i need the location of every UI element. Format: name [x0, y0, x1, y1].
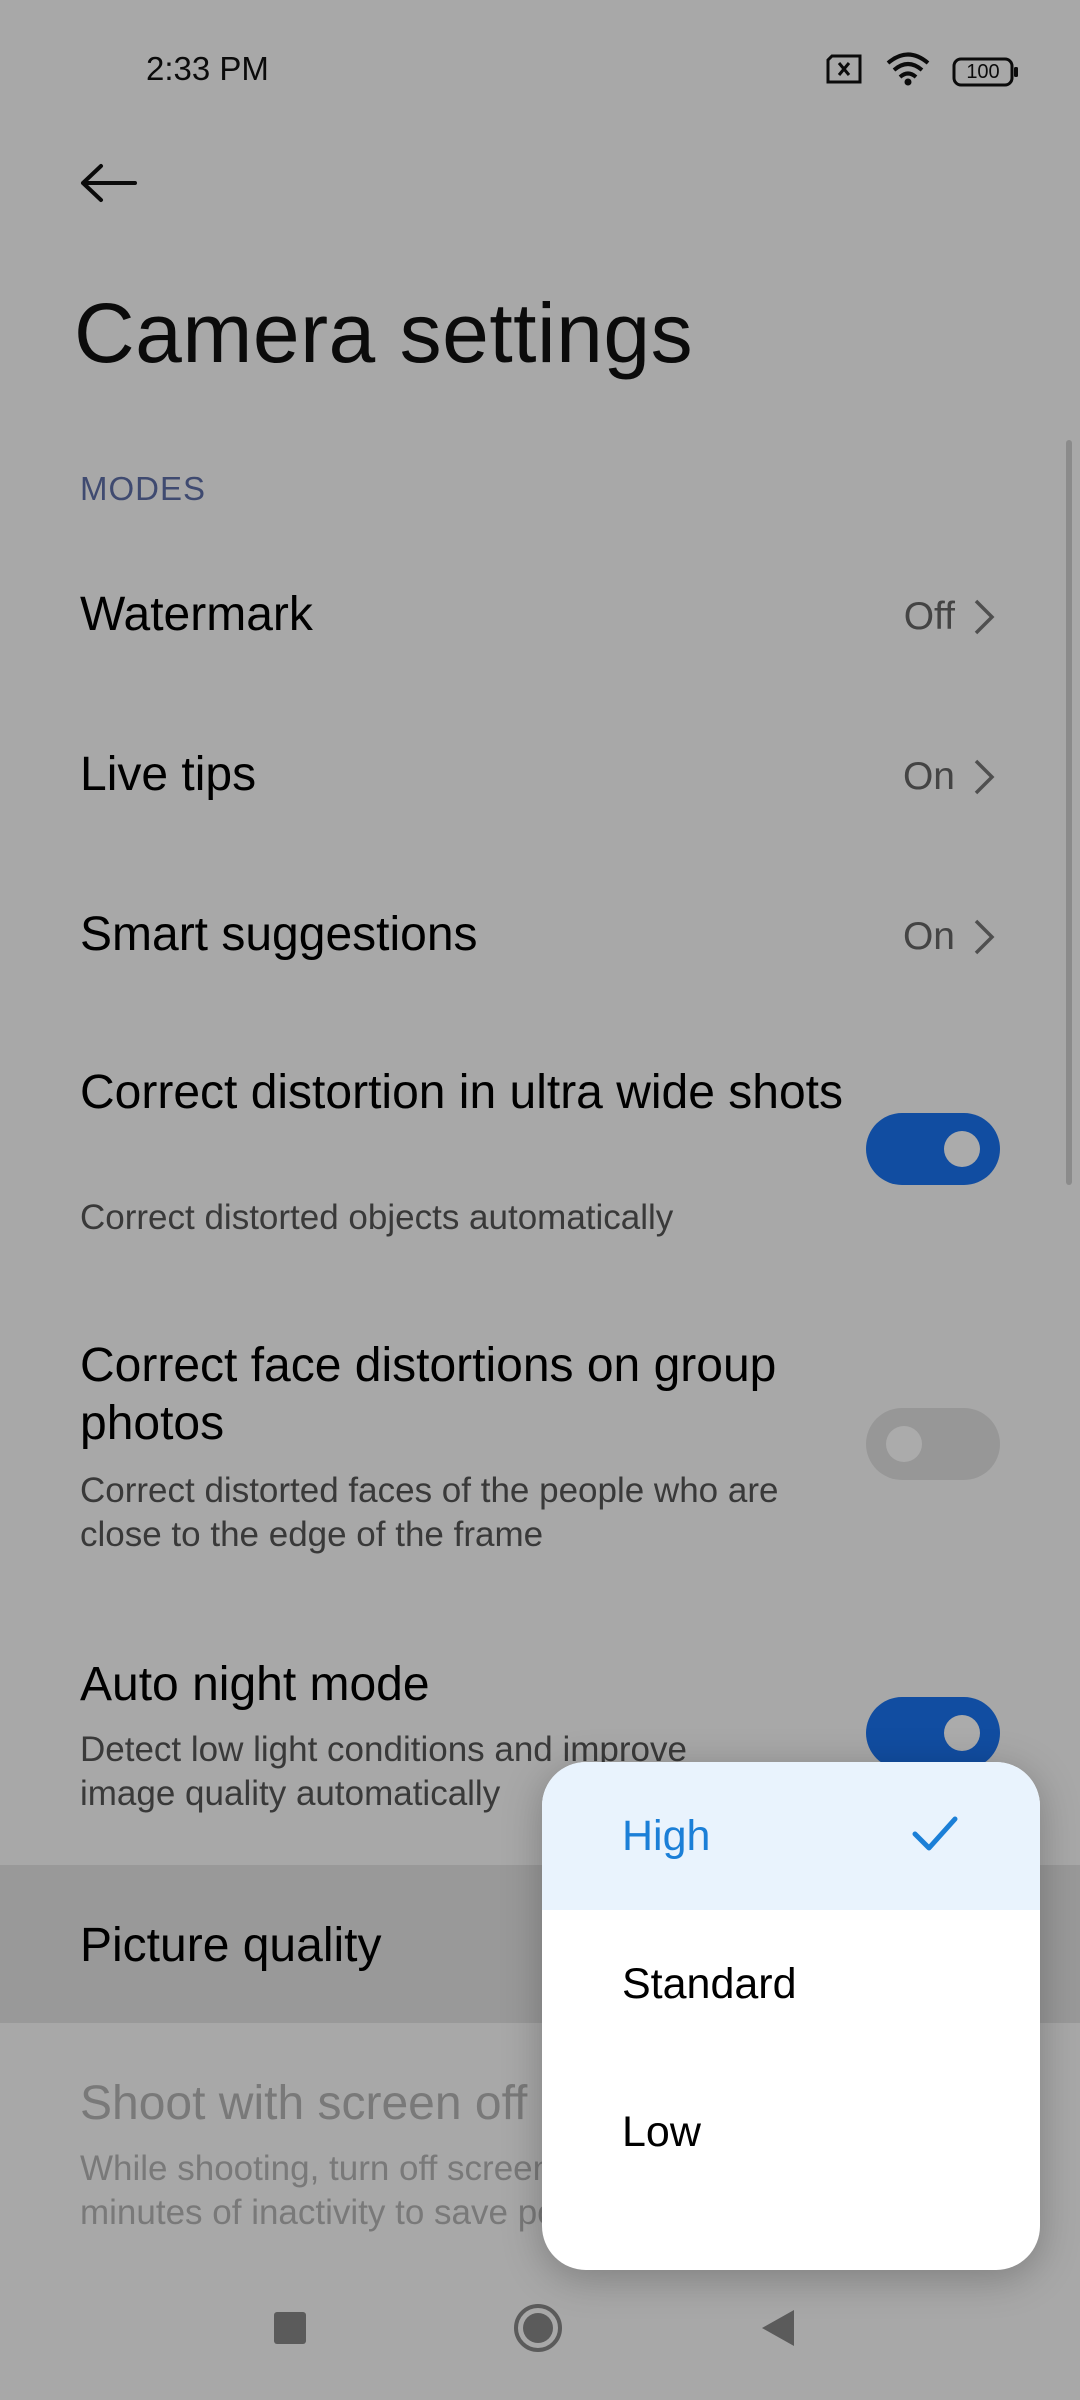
option-label: High [622, 1811, 711, 1860]
option-label: Low [622, 2107, 701, 2156]
dropdown-option-high[interactable]: High [542, 1762, 1040, 1910]
dropdown-option-low[interactable]: Low [542, 2058, 1040, 2206]
option-label: Standard [622, 1959, 797, 2008]
picture-quality-dropdown: High Standard Low [542, 1762, 1040, 2270]
dropdown-option-standard[interactable]: Standard [542, 1910, 1040, 2058]
checkmark-icon [912, 1814, 958, 1854]
